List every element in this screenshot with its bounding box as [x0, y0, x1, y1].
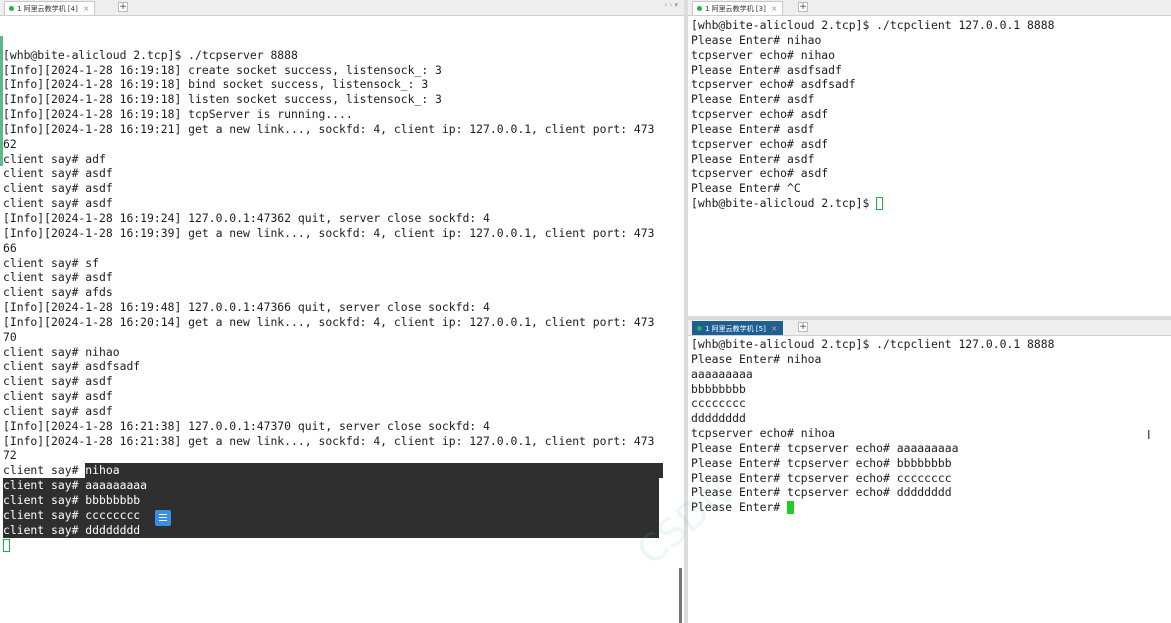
- new-tab-button[interactable]: +: [798, 2, 808, 12]
- tab-alicloud-5[interactable]: 1 阿里云教学机 [5] ×: [692, 321, 783, 335]
- tab-label: 1 阿里云教学机 [3]: [705, 4, 766, 13]
- left-terminal-output[interactable]: [whb@bite-alicloud 2.tcp]$ ./tcpserver 8…: [3, 18, 680, 552]
- terminal-line: client say# asdf: [3, 403, 113, 418]
- terminal-line: [whb@bite-alicloud 2.tcp]$ ./tcpserver 8…: [3, 47, 298, 62]
- terminal-cursor-line: [3, 538, 680, 553]
- terminal-line-selected: client say# aaaaaaaaa: [3, 478, 659, 493]
- status-dot-icon: [9, 6, 14, 11]
- terminal-line: [Info][2024-1-28 16:19:24] 127.0.0.1:473…: [3, 210, 490, 225]
- terminal-line: client say# asdf: [3, 196, 113, 211]
- status-dot-icon: [697, 326, 702, 331]
- terminal-line-selected: client say# cccccccc: [3, 507, 659, 523]
- terminal-line: tcpserver echo# nihoa: [691, 426, 836, 441]
- right-bottom-terminal-output[interactable]: [whb@bite-alicloud 2.tcp]$ ./tcpclient 1…: [691, 337, 1167, 515]
- terminal-line: Please Enter# asdfsadf: [691, 62, 842, 77]
- terminal-line: Please Enter# tcpserver echo# dddddddd: [691, 485, 952, 500]
- terminal-line: [Info][2024-1-28 16:19:18] create socket…: [3, 62, 442, 77]
- terminal-line-selected: client say# dddddddd: [3, 522, 659, 538]
- terminal-line: tcpserver echo# asdf: [691, 136, 829, 151]
- terminal-line: [Info][2024-1-28 16:19:18] listen socket…: [3, 92, 442, 107]
- terminal-line: Please Enter# asdf: [691, 92, 815, 107]
- right-top-terminal-output[interactable]: [whb@bite-alicloud 2.tcp]$ ./tcpclient 1…: [691, 18, 1167, 211]
- terminal-line: [Info][2024-1-28 16:19:48] 127.0.0.1:473…: [3, 300, 490, 315]
- close-icon[interactable]: ×: [771, 324, 778, 333]
- tab-alicloud-4[interactable]: 1 阿里云教学机 [4] ×: [4, 1, 95, 15]
- terminal-line: [Info][2024-1-28 16:20:14] get a new lin…: [3, 314, 655, 329]
- line-prefix: client say#: [3, 463, 86, 478]
- new-tab-button[interactable]: +: [118, 2, 128, 12]
- terminal-line: [Info][2024-1-28 16:21:38] 127.0.0.1:473…: [3, 418, 490, 433]
- terminal-line: 62: [3, 136, 17, 151]
- terminal-line: tcpserver echo# nihao: [691, 47, 836, 62]
- terminal-line: Please Enter# tcpserver echo# cccccccc: [691, 470, 952, 485]
- terminal-line: client say# asdf: [3, 166, 113, 181]
- terminal-line: Please Enter# asdf: [691, 151, 815, 166]
- terminal-line: Please Enter# nihao: [691, 32, 822, 47]
- terminal-line: client say# asdfsadf: [3, 359, 141, 374]
- terminal-line: dddddddd: [691, 411, 746, 426]
- terminal-line: [Info][2024-1-28 16:19:18] tcpServer is …: [3, 107, 353, 122]
- terminal-line: tcpserver echo# asdf: [691, 166, 829, 181]
- tab-label: 1 阿里云教学机 [5]: [705, 324, 766, 333]
- tab-alicloud-3[interactable]: 1 阿里云教学机 [3] ×: [692, 1, 783, 15]
- terminal-line: Please Enter# tcpserver echo# aaaaaaaaa: [691, 440, 959, 455]
- terminal-line: Please Enter# tcpserver echo# bbbbbbbb: [691, 455, 952, 470]
- terminal-line: client say# asdf: [3, 374, 113, 389]
- terminal-line: client say# sf: [3, 255, 100, 270]
- tab-label: 1 阿里云教学机 [4]: [17, 4, 78, 13]
- note-icon[interactable]: [155, 510, 171, 526]
- terminal-line: client say# asdf: [3, 389, 113, 404]
- terminal-line: 70: [3, 329, 17, 344]
- new-tab-button[interactable]: +: [798, 322, 808, 332]
- terminal-line: cccccccc: [691, 396, 746, 411]
- terminal-line: client say# adf: [3, 151, 106, 166]
- terminal-line: tcpserver echo# asdfsadf: [691, 77, 856, 92]
- cursor-icon: [787, 501, 795, 515]
- text-cursor-icon: I: [1147, 428, 1151, 442]
- terminal-line: [Info][2024-1-28 16:21:38] get a new lin…: [3, 433, 655, 448]
- terminal-line: 66: [3, 240, 17, 255]
- terminal-line: client say# afds: [3, 285, 113, 300]
- status-dot-icon: [697, 6, 702, 11]
- terminal-prompt-line: [whb@bite-alicloud 2.tcp]$: [691, 196, 1167, 211]
- terminal-line: [Info][2024-1-28 16:19:39] get a new lin…: [3, 225, 655, 240]
- terminal-line: bbbbbbbb: [691, 381, 746, 396]
- close-icon[interactable]: ×: [771, 4, 778, 13]
- terminal-line: client say# nihao: [3, 344, 120, 359]
- left-terminal-pane[interactable]: 1 阿里云教学机 [4] × + ‹ › ▾ [whb@bite-aliclou…: [0, 0, 684, 623]
- terminal-line: aaaaaaaaa: [691, 366, 753, 381]
- tab-nav-arrows[interactable]: ‹ › ▾: [664, 1, 678, 9]
- close-icon[interactable]: ×: [83, 4, 90, 13]
- terminal-line: Please Enter# asdf: [691, 121, 815, 136]
- cursor-icon: [876, 197, 884, 211]
- terminal-line: 72: [3, 448, 17, 463]
- right-bottom-terminal-pane[interactable]: 1 阿里云教学机 [5] × + [whb@bite-alicloud 2.tc…: [688, 320, 1171, 623]
- terminal-line: tcpserver echo# asdf: [691, 107, 829, 122]
- left-scrollbar-thumb[interactable]: [679, 568, 682, 623]
- terminal-line: [Info][2024-1-28 16:19:21] get a new lin…: [3, 121, 655, 136]
- cursor-icon: [3, 538, 10, 552]
- terminal-line: Please Enter# nihoa: [691, 351, 822, 366]
- shell-prompt: [whb@bite-alicloud 2.tcp]$: [691, 196, 877, 211]
- right-top-tab-bar: 1 阿里云教学机 [3] × +: [688, 0, 1171, 16]
- terminal-line: [whb@bite-alicloud 2.tcp]$ ./tcpclient 1…: [691, 18, 1055, 32]
- terminal-line: client say# asdf: [3, 270, 113, 285]
- right-bottom-tab-bar: 1 阿里云教学机 [5] × +: [688, 320, 1171, 336]
- terminal-line: client say# asdf: [3, 181, 113, 196]
- terminal-line: [whb@bite-alicloud 2.tcp]$ ./tcpclient 1…: [691, 337, 1055, 351]
- terminal-line: Please Enter# ^C: [691, 181, 801, 196]
- right-top-terminal-pane[interactable]: 1 阿里云教学机 [3] × + [whb@bite-alicloud 2.tc…: [688, 0, 1171, 316]
- terminal-prompt-line: Please Enter#: [691, 500, 1167, 515]
- terminal-line: [Info][2024-1-28 16:19:18] bind socket s…: [3, 77, 429, 92]
- selected-text: nihoa: [85, 463, 664, 479]
- terminal-line-selected: client say# bbbbbbbb: [3, 493, 659, 508]
- terminal-line-selected-start: client say# nihoa: [3, 463, 680, 479]
- left-tab-bar: 1 阿里云教学机 [4] × + ‹ › ▾: [0, 0, 684, 16]
